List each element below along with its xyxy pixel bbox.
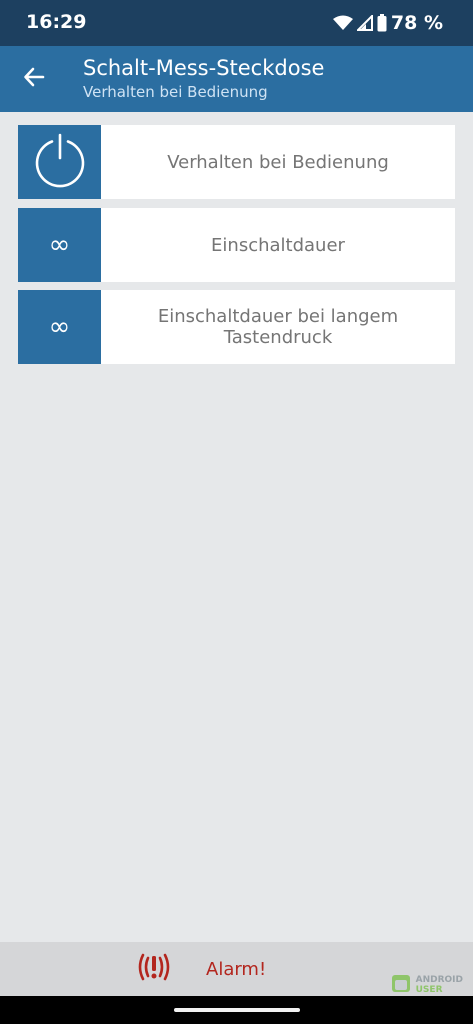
menu-item-label: Einschaltdauer (101, 208, 455, 282)
menu-item-label: Einschaltdauer bei langem Tastendruck (101, 290, 455, 364)
android-robot-icon (390, 972, 412, 998)
alarm-label: Alarm! (206, 958, 267, 980)
cell-signal-icon (356, 15, 373, 31)
watermark-line1: ANDROID (415, 975, 463, 985)
battery-icon (377, 14, 387, 32)
alarm-icon (134, 952, 174, 986)
arrow-left-icon (23, 66, 45, 92)
alarm-bar: Alarm! ANDROID USER (0, 942, 473, 996)
menu-item-tile: ∞ (18, 208, 101, 282)
page-subtitle: Verhalten bei Bedienung (83, 83, 268, 101)
page-title: Schalt-Mess-Steckdose (83, 56, 325, 80)
infinity-icon: ∞ (48, 230, 71, 260)
power-icon (32, 132, 88, 192)
alarm-button[interactable]: Alarm! (134, 953, 266, 985)
status-time: 16:29 (26, 11, 87, 33)
status-bar: 16:29 78 % (0, 0, 473, 46)
wifi-icon (332, 15, 353, 31)
menu-item-einschaltdauer-langer-tastendruck[interactable]: ∞ Einschaltdauer bei langem Tastendruck (18, 290, 455, 364)
app-bar: Schalt-Mess-Steckdose Verhalten bei Bedi… (0, 46, 473, 112)
menu-item-tile (18, 125, 101, 199)
android-user-watermark: ANDROID USER (390, 972, 463, 998)
battery-percent: 78 % (390, 12, 443, 34)
back-button[interactable] (14, 59, 54, 99)
infinity-icon: ∞ (48, 312, 71, 342)
gesture-handle[interactable] (174, 1008, 300, 1012)
navigation-bar (0, 996, 473, 1024)
menu-item-einschaltdauer[interactable]: ∞ Einschaltdauer (18, 208, 455, 282)
menu-item-verhalten-bei-bedienung[interactable]: Verhalten bei Bedienung (18, 125, 455, 199)
menu-item-tile: ∞ (18, 290, 101, 364)
menu-item-label: Verhalten bei Bedienung (101, 125, 455, 199)
status-icons: 78 % (332, 11, 443, 35)
watermark-line2: USER (415, 985, 443, 995)
